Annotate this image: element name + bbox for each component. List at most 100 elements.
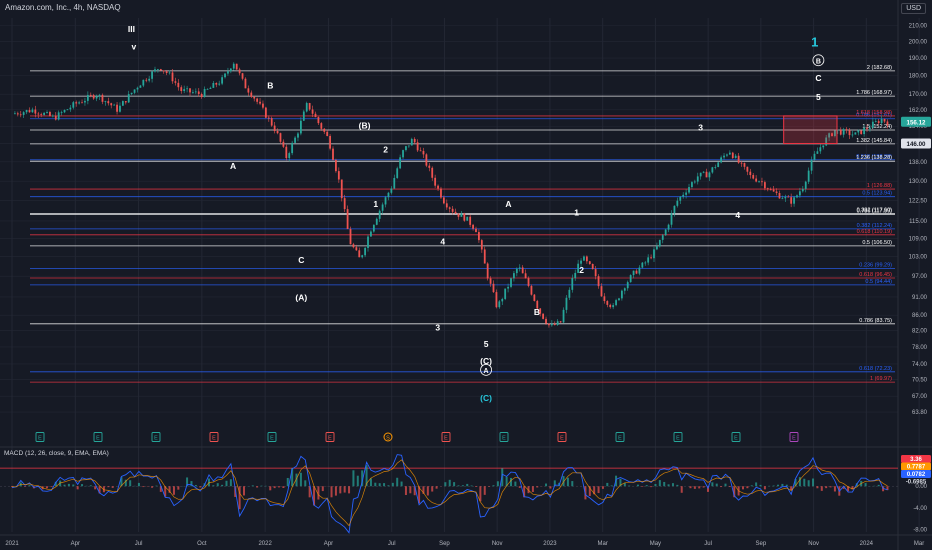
price-tick-label: 70.50 [912, 378, 928, 384]
candle-body [475, 228, 477, 233]
wave-label: v [132, 42, 137, 52]
macd-histogram-bar [278, 486, 281, 488]
candle-body [69, 107, 72, 110]
event-marker-label: E [38, 435, 42, 441]
price-tick-label: 190.00 [909, 56, 928, 62]
macd-histogram-bar [221, 484, 224, 487]
candle-body [299, 120, 302, 134]
candle-body [670, 213, 673, 225]
candle-body [658, 239, 661, 247]
candle-body [804, 181, 807, 189]
candle-body [209, 87, 212, 89]
macd-histogram-bar [216, 483, 219, 487]
candle-body [699, 172, 702, 177]
candle-body [402, 150, 404, 158]
macd-histogram-bar [636, 484, 639, 487]
macd-histogram-bar [628, 485, 631, 487]
macd-histogram-bar [24, 486, 27, 487]
candle-body [644, 262, 647, 264]
wave-label: III [128, 24, 135, 34]
macd-histogram-bar [698, 486, 701, 489]
candle-body [370, 231, 372, 237]
candle-body [186, 88, 188, 90]
macd-histogram-bar [658, 480, 661, 487]
wave-label: 3 [698, 122, 703, 132]
macd-histogram-bar [531, 486, 534, 492]
wave-label: 2 [383, 145, 388, 155]
candle-body [264, 107, 267, 118]
candle-body [594, 269, 597, 277]
event-marker-label: E [328, 435, 332, 441]
macd-histogram-bar [742, 486, 745, 490]
event-marker-label: E [792, 435, 796, 441]
candle-body [842, 129, 845, 135]
candle-body [355, 247, 358, 251]
candle-body [673, 205, 676, 214]
candle-body [442, 197, 445, 204]
macd-histogram-bar [781, 483, 784, 487]
wave-label: 5 [484, 339, 489, 349]
price-chart[interactable]: 0.786 (157.61)0.618 (138.88)0.5 (123.94)… [0, 0, 932, 550]
macd-histogram-bar [81, 484, 84, 487]
wave-label: A [230, 161, 236, 171]
candle-body [238, 69, 241, 74]
candle-body [761, 181, 763, 183]
currency-button[interactable]: USD [901, 3, 926, 14]
fib-level-label: 1.382 (145.84) [856, 138, 892, 144]
candle-body [124, 101, 127, 103]
candle-body [332, 148, 334, 160]
candle-body [413, 138, 416, 143]
candle-body [399, 157, 402, 169]
candle-body [498, 301, 501, 308]
candle-body [591, 263, 594, 270]
candle-body [784, 196, 787, 199]
candle-body [717, 162, 720, 168]
candle-body [486, 263, 489, 279]
candle-body [358, 250, 361, 258]
price-tick-label: 130.00 [909, 179, 928, 185]
candle-body [291, 142, 294, 154]
macd-histogram-bar [829, 486, 832, 488]
candle-body [340, 179, 343, 199]
candle-body [603, 296, 606, 302]
candle-body [288, 153, 291, 159]
candle-body [352, 244, 355, 248]
price-tick-label: 74.00 [912, 362, 928, 368]
candle-body [229, 68, 232, 72]
candle-body [279, 133, 282, 142]
event-marker-label: E [502, 435, 506, 441]
price-tick-label: 210.00 [909, 24, 928, 30]
candle-body [267, 117, 270, 119]
wave-label: B [534, 307, 540, 317]
macd-histogram-bar [641, 486, 644, 487]
candle-body [422, 150, 425, 155]
candle-body [869, 127, 871, 129]
candle-body [378, 210, 381, 219]
candle-body [746, 166, 749, 172]
candle-body [708, 172, 711, 178]
candle-body [346, 209, 349, 229]
candle-body [556, 321, 559, 325]
candle-body [588, 261, 591, 264]
price-badge-text: 146.00 [907, 141, 926, 148]
candle-body [766, 188, 769, 190]
candle-body [364, 247, 366, 256]
candle-body [302, 111, 305, 121]
candle-body [218, 83, 221, 85]
candle-body [227, 71, 229, 74]
candle-body [95, 96, 98, 99]
macd-histogram-bar [339, 486, 342, 494]
candle-body [256, 98, 259, 102]
macd-histogram-bar [825, 486, 828, 489]
macd-histogram-bar [242, 486, 245, 496]
candle-body [848, 130, 851, 136]
candle-body [81, 102, 83, 104]
macd-histogram-bar [155, 485, 158, 487]
time-tick-label: Jul [135, 541, 143, 547]
time-tick-label: Jul [388, 541, 396, 547]
macd-histogram-bar [750, 485, 753, 487]
macd-histogram-bar [702, 486, 705, 488]
candle-body [749, 171, 752, 176]
macd-histogram-bar [330, 486, 333, 498]
candle-body [656, 246, 658, 250]
